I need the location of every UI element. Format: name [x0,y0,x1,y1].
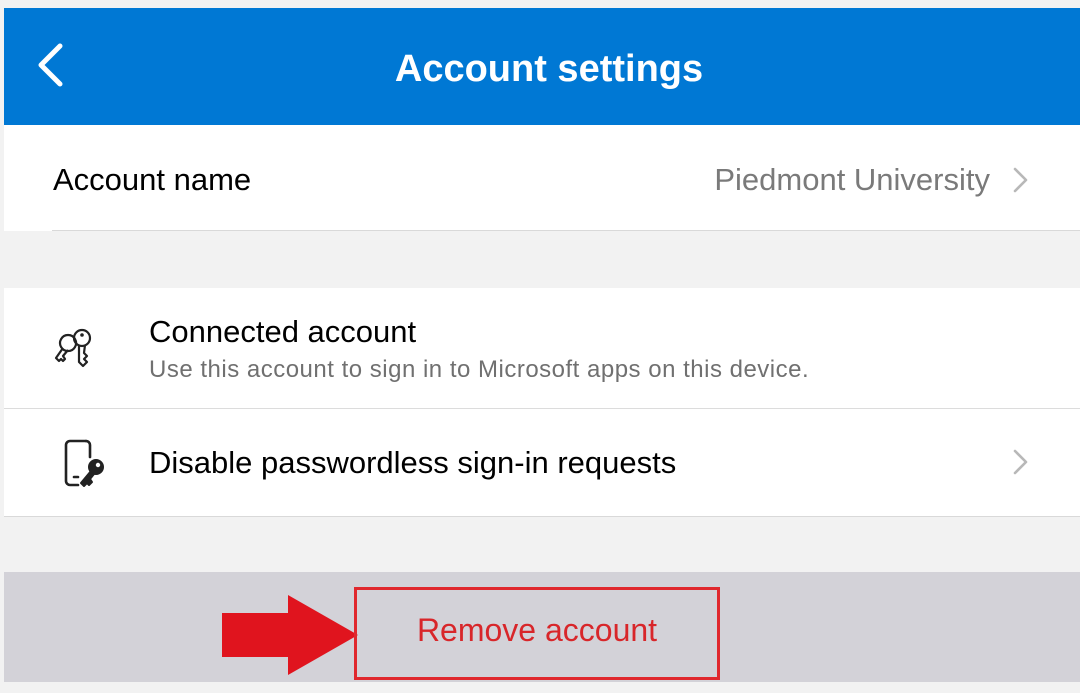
disable-passwordless-row[interactable]: Disable passwordless sign-in requests [4,409,1080,516]
remove-account-band: Remove account [4,572,1080,682]
connected-account-subtitle: Use this account to sign in to Microsoft… [149,356,810,383]
chevron-right-icon [1013,449,1028,475]
disable-passwordless-title: Disable passwordless sign-in requests [149,445,677,480]
page-title: Account settings [394,48,704,90]
phone-key-icon [64,437,114,487]
account-name-row[interactable]: Account name Piedmont University [4,125,1080,231]
connected-account-row: Connected account Use this account to si… [4,288,1080,409]
keys-icon [50,324,100,374]
account-options-group: Connected account Use this account to si… [4,288,1080,517]
header-bar: Account settings [4,8,1080,125]
arrow-right-icon [222,595,358,675]
remove-account-button[interactable]: Remove account [354,587,720,680]
account-name-label: Account name [53,162,252,197]
account-settings-screen: Account settings Account name Piedmont U… [0,0,1080,693]
divider [52,230,1080,231]
account-name-value: Piedmont University [714,162,990,197]
connected-account-title: Connected account [149,314,417,349]
chevron-right-icon [1013,167,1028,193]
